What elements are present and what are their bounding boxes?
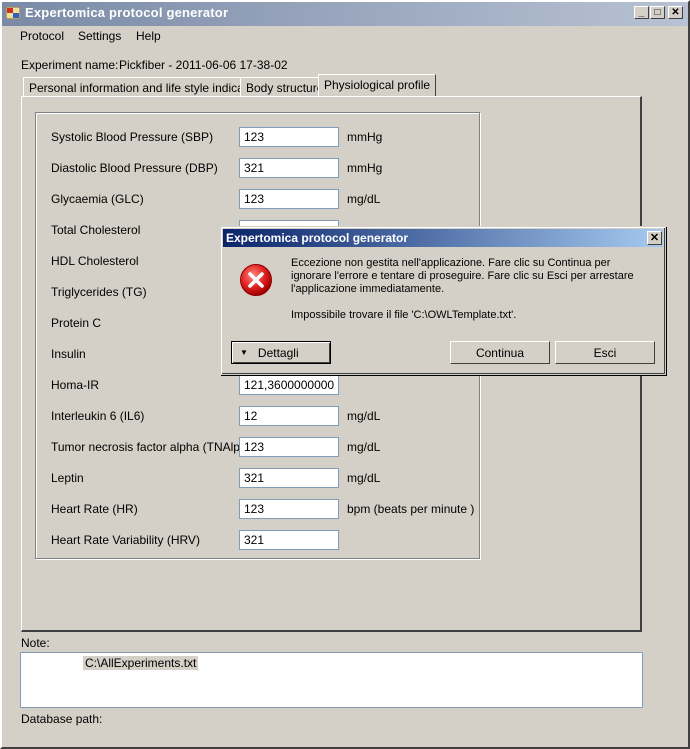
experiment-name-label: Experiment name:	[21, 58, 119, 72]
il6-unit: mg/dL	[347, 409, 381, 423]
heart-rate-input[interactable]: 123	[239, 499, 339, 519]
menu-settings[interactable]: Settings	[78, 29, 121, 43]
dbp-unit: mmHg	[347, 161, 383, 175]
menu-bar: Protocol Settings Help	[2, 26, 688, 46]
dialog-close-button[interactable]: ✕	[647, 231, 662, 245]
homa-ir-label: Homa-IR	[51, 378, 100, 392]
insulin-label: Insulin	[51, 347, 86, 361]
tab-physiological-profile[interactable]: Physiological profile	[318, 74, 437, 96]
details-button-label: Dettagli	[257, 345, 299, 360]
details-button[interactable]: ▼ Dettagli	[231, 341, 331, 364]
hdl-cholesterol-label: HDL Cholesterol	[51, 254, 139, 268]
window-title: Expertomica protocol generator	[25, 5, 229, 20]
tab-body-structure[interactable]: Body structure	[240, 77, 330, 96]
il6-input[interactable]: 12	[239, 406, 339, 426]
sbp-input[interactable]: 123	[239, 127, 339, 147]
tab-personal-information[interactable]: Personal information and life style indi…	[23, 77, 270, 96]
dbp-label: Diastolic Blood Pressure (DBP)	[51, 161, 218, 175]
homa-ir-input[interactable]: 121,3600000000	[239, 375, 339, 395]
note-label: Note:	[21, 636, 50, 650]
error-icon	[240, 264, 272, 296]
minimize-icon: _	[638, 6, 645, 18]
error-dialog: Expertomica protocol generator ✕ Eccezio…	[220, 226, 666, 375]
dialog-title: Expertomica protocol generator	[226, 231, 409, 245]
close-icon: ✕	[649, 231, 660, 244]
glc-label: Glycaemia (GLC)	[51, 192, 144, 206]
total-cholesterol-label: Total Cholesterol	[51, 223, 141, 237]
leptin-input[interactable]: 321	[239, 468, 339, 488]
triangle-down-icon: ▼	[240, 348, 248, 357]
protein-c-label: Protein C	[51, 316, 102, 330]
tnalpha-unit: mg/dL	[347, 440, 381, 454]
database-path-label: Database path:	[21, 712, 103, 726]
app-icon	[6, 7, 20, 19]
tnalpha-label: Tumor necrosis factor alpha (TNAlpha)	[51, 440, 258, 454]
heart-rate-label: Heart Rate (HR)	[51, 502, 138, 516]
sbp-unit: mmHg	[347, 130, 383, 144]
dialog-detail-message: Impossibile trovare il file 'C:\OWLTempl…	[291, 309, 517, 321]
hrv-input[interactable]: 321	[239, 530, 339, 550]
minimize-button[interactable]: _	[634, 6, 649, 19]
exit-button[interactable]: Esci	[555, 341, 655, 364]
dialog-message: Eccezione non gestita nell'applicazione.…	[291, 257, 634, 295]
leptin-label: Leptin	[51, 471, 84, 485]
il6-label: Interleukin 6 (IL6)	[51, 409, 145, 423]
tnalpha-input[interactable]: 123	[239, 437, 339, 457]
hrv-label: Heart Rate Variability (HRV)	[51, 533, 200, 547]
continue-button[interactable]: Continua	[450, 341, 550, 364]
close-icon: ✕	[671, 6, 680, 18]
glc-input[interactable]: 123	[239, 189, 339, 209]
maximize-icon: □	[654, 6, 661, 18]
maximize-button[interactable]: □	[650, 6, 665, 19]
dbp-input[interactable]: 321	[239, 158, 339, 178]
experiment-name-value: Pickfiber - 2011-06-06 17-38-02	[119, 58, 288, 72]
exit-button-label: Esci	[593, 345, 617, 360]
heart-rate-unit: bpm (beats per minute )	[347, 502, 475, 516]
glc-unit: mg/dL	[347, 192, 381, 206]
dialog-title-bar[interactable]: Expertomica protocol generator ✕	[223, 229, 663, 247]
note-text-selection: C:\AllExperiments.txt	[83, 656, 199, 670]
triglycerides-label: Triglycerides (TG)	[51, 285, 147, 299]
leptin-unit: mg/dL	[347, 471, 381, 485]
sbp-label: Systolic Blood Pressure (SBP)	[51, 130, 214, 144]
menu-help[interactable]: Help	[136, 29, 161, 43]
continue-button-label: Continua	[475, 345, 525, 360]
menu-protocol[interactable]: Protocol	[20, 29, 64, 43]
close-button[interactable]: ✕	[668, 6, 683, 19]
